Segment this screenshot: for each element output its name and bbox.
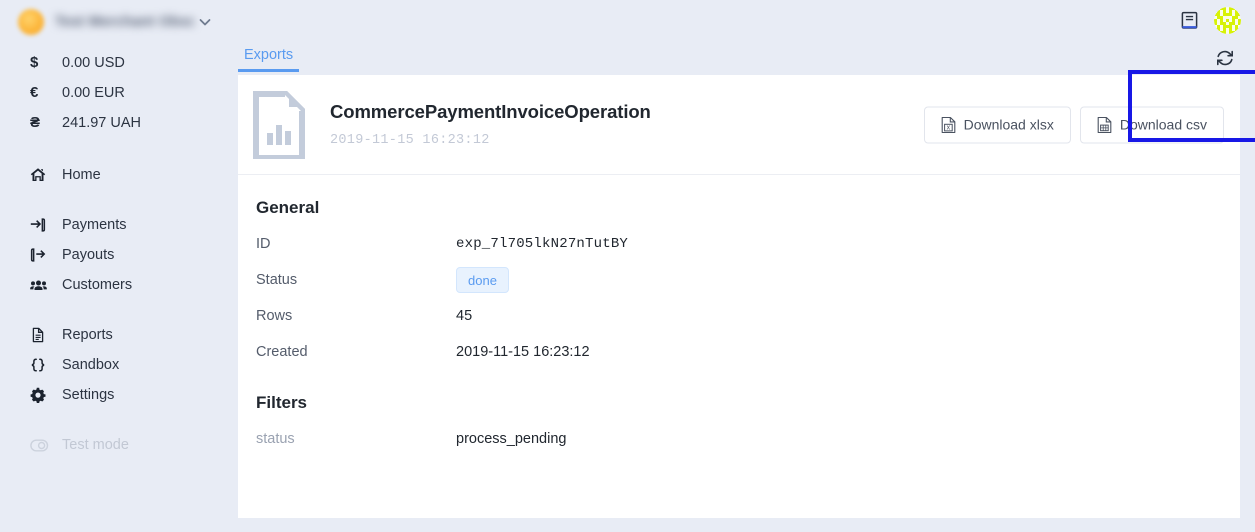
filters-key-status: status: [256, 431, 295, 447]
general-row-created: Created 2019-11-15 16:23:12: [256, 334, 1240, 370]
sidebar-item-settings[interactable]: Settings: [0, 380, 228, 410]
download-csv-button[interactable]: Download csv: [1079, 106, 1224, 143]
refresh-icon[interactable]: [1215, 48, 1235, 68]
filters-heading: Filters: [256, 393, 308, 412]
gear-icon: [30, 387, 62, 403]
sidebar-item-test-mode[interactable]: Test mode: [0, 430, 228, 460]
page-title: CommercePaymentInvoiceOperation: [330, 101, 651, 122]
balance-amount-usd: 0.00 USD: [62, 55, 125, 71]
file-chart-icon: [247, 89, 311, 161]
status-badge: done: [456, 267, 509, 293]
balance-amount-eur: 0.00 EUR: [62, 85, 125, 101]
currency-symbol-uah: ₴: [30, 114, 41, 131]
merchant-avatar-icon: [18, 9, 44, 35]
tab-exports[interactable]: Exports: [238, 47, 300, 72]
nav-divider-1: [0, 190, 228, 210]
main-content: Exports CommercePaymentInvoiceOperation …: [228, 0, 1255, 532]
nav-divider-3: [0, 410, 228, 430]
book-icon[interactable]: [1179, 10, 1200, 31]
download-csv-label: Download csv: [1119, 116, 1207, 133]
sidebar-item-payments[interactable]: Payments: [0, 210, 228, 240]
document-icon: [30, 327, 62, 343]
sign-in-arrow-icon: [30, 217, 62, 233]
general-section: General ID exp_7l705lkN27nTutBY Status d…: [238, 198, 1240, 370]
balance-row-uah: ₴ 241.97 UAH: [30, 114, 228, 144]
app-root: Test Merchant Obscured $ 0.00 USD € 0.00…: [0, 0, 1255, 532]
general-value-id: exp_7l705lkN27nTutBY: [456, 236, 629, 252]
general-row-rows: Rows 45: [256, 298, 1240, 334]
general-key-rows: Rows: [256, 308, 293, 324]
tab-bar: Exports: [238, 44, 300, 72]
filters-row-status: status process_pending: [256, 421, 1240, 457]
general-row-status: Status done: [256, 262, 1240, 298]
general-value-created: 2019-11-15 16:23:12: [456, 344, 590, 360]
chevron-down-icon[interactable]: [198, 15, 214, 29]
currency-symbol-eur: €: [30, 84, 39, 101]
nav-divider-2: [0, 300, 228, 320]
general-row-id: ID exp_7l705lkN27nTutBY: [256, 226, 1240, 262]
code-braces-icon: [30, 357, 62, 373]
export-header: CommercePaymentInvoiceOperation 2019-11-…: [238, 75, 1240, 175]
download-xlsx-button[interactable]: x Download xlsx: [923, 106, 1071, 143]
general-key-id: ID: [256, 236, 271, 252]
general-value-rows: 45: [456, 308, 473, 324]
download-xlsx-label: Download xlsx: [963, 116, 1054, 133]
general-value-status: done: [456, 267, 509, 293]
merchant-switcher[interactable]: Test Merchant Obscured: [0, 0, 228, 44]
sidebar-item-label-customers: Customers: [62, 277, 133, 293]
sidebar-item-reports[interactable]: Reports: [0, 320, 228, 350]
sidebar-item-sandbox[interactable]: Sandbox: [0, 350, 228, 380]
sidebar-item-label-payments: Payments: [62, 217, 127, 233]
currency-symbol-usd: $: [30, 54, 39, 71]
filters-section: Filters status process_pending: [238, 393, 1240, 457]
file-xlsx-icon: x: [941, 116, 956, 133]
general-key-created: Created: [256, 344, 308, 360]
sidebar-item-label-reports: Reports: [62, 327, 113, 343]
general-key-status: Status: [256, 272, 298, 288]
filters-value-status: process_pending: [456, 431, 567, 447]
topbar-icons: [1179, 0, 1241, 40]
sidebar-nav: Home Payments Payouts Customers Reports …: [0, 160, 228, 460]
sidebar-item-label-settings: Settings: [62, 387, 115, 403]
sidebar-item-label-payouts: Payouts: [62, 247, 115, 263]
balance-amount-uah: 241.97 UAH: [62, 115, 141, 131]
sidebar: Test Merchant Obscured $ 0.00 USD € 0.00…: [0, 0, 228, 532]
sidebar-item-label-sandbox: Sandbox: [62, 357, 120, 373]
sidebar-item-label-test-mode: Test mode: [62, 437, 129, 453]
toggle-off-icon: [30, 439, 62, 452]
balance-row-usd: $ 0.00 USD: [30, 54, 228, 84]
balance-row-eur: € 0.00 EUR: [30, 84, 228, 114]
export-header-text: CommercePaymentInvoiceOperation 2019-11-…: [330, 101, 651, 148]
merchant-name: Test Merchant Obscured: [55, 14, 194, 30]
file-csv-icon: [1097, 116, 1112, 133]
sidebar-item-customers[interactable]: Customers: [0, 270, 228, 300]
export-detail-card: CommercePaymentInvoiceOperation 2019-11-…: [238, 75, 1240, 518]
balances-list: $ 0.00 USD € 0.00 EUR ₴ 241.97 UAH: [0, 54, 228, 144]
export-date: 2019-11-15 16:23:12: [330, 133, 490, 148]
sidebar-item-payouts[interactable]: Payouts: [0, 240, 228, 270]
users-icon: [30, 277, 62, 293]
identicon-avatar[interactable]: [1214, 6, 1241, 34]
sidebar-item-home[interactable]: Home: [0, 160, 228, 190]
sign-out-arrow-icon: [30, 247, 62, 263]
general-heading: General: [256, 198, 320, 217]
sidebar-item-label-home: Home: [62, 167, 101, 183]
download-actions: x Download xlsx Download csv: [923, 106, 1224, 143]
home-icon: [30, 167, 62, 183]
